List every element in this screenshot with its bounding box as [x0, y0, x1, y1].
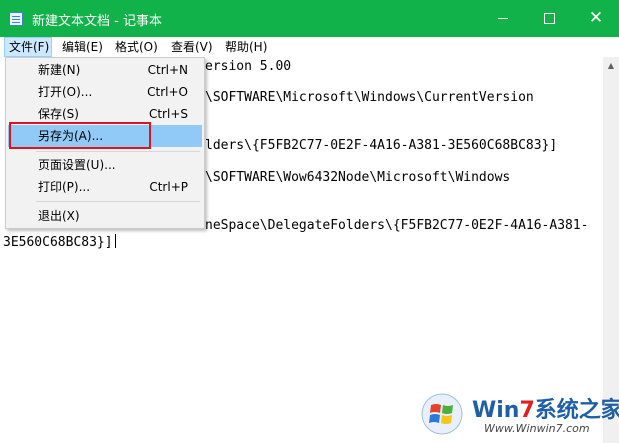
menu-item-page-setup[interactable]: 页面设置(U)... — [8, 154, 202, 176]
menu-view[interactable]: 查看(V) — [167, 37, 217, 57]
window-title: 新建文本文档 - 记事本 — [32, 14, 162, 29]
minimize-button[interactable] — [480, 0, 526, 37]
title-bar[interactable]: 新建文本文档 - 记事本 ✕ — [0, 0, 619, 37]
editor-line: \SOFTWARE\Microsoft\Windows\CurrentVersi… — [205, 90, 534, 105]
notepad-icon — [9, 12, 23, 26]
menu-item-shortcut: Ctrl+S — [148, 107, 188, 121]
menu-item-label: 退出(X) — [38, 209, 80, 223]
menu-item-label: 打印(P)... — [38, 180, 91, 194]
close-icon: ✕ — [588, 8, 604, 28]
text-caret — [114, 234, 116, 248]
notepad-window: 新建文本文档 - 记事本 ✕ 文件(F) 编辑(E) 格式(O) 查看(V) 帮… — [0, 0, 619, 443]
editor-line-last: 3E560C68BC83}] — [3, 234, 116, 251]
windows-logo-icon — [421, 393, 463, 435]
menu-item-open[interactable]: 打开(O)... Ctrl+O — [8, 81, 202, 103]
menu-separator — [36, 201, 200, 202]
vertical-scrollbar[interactable]: ▲ — [603, 57, 619, 443]
menu-item-label: 页面设置(U)... — [38, 158, 116, 172]
menu-separator — [36, 151, 200, 152]
menu-item-label: 打开(O)... — [38, 85, 93, 99]
watermark-url: Www.Winwin7.com — [484, 422, 590, 435]
close-button[interactable]: ✕ — [573, 0, 619, 37]
editor-line: \SOFTWARE\Wow6432Node\Microsoft\Windows — [205, 170, 511, 185]
maximize-button[interactable] — [526, 0, 572, 37]
minimize-icon — [498, 18, 508, 19]
menu-bar: 文件(F) 编辑(E) 格式(O) 查看(V) 帮助(H) — [0, 37, 619, 57]
save-as-highlight — [9, 122, 151, 149]
menu-item-new[interactable]: 新建(N) Ctrl+N — [8, 59, 202, 81]
editor-line: ersion 5.00 — [205, 59, 292, 74]
menu-item-label: 新建(N) — [38, 63, 81, 77]
arrow-up-icon: ▲ — [607, 60, 615, 70]
editor-line-text: 3E560C68BC83}] — [3, 235, 113, 250]
maximize-icon — [543, 13, 555, 24]
scroll-up-button[interactable]: ▲ — [603, 57, 619, 73]
menu-help[interactable]: 帮助(H) — [221, 37, 271, 57]
menu-item-shortcut: Ctrl+N — [147, 63, 188, 77]
editor-line: lders\{F5FB2C77-0E2F-4A16-A381-3E560C68B… — [205, 138, 558, 153]
menu-item-exit[interactable]: 退出(X) — [8, 205, 202, 227]
watermark: Win7系统之家 Www.Winwin7.com — [420, 392, 619, 440]
menu-edit[interactable]: 编辑(E) — [58, 37, 107, 57]
menu-item-shortcut: Ctrl+P — [149, 180, 188, 194]
menu-item-shortcut: Ctrl+O — [147, 85, 188, 99]
menu-format[interactable]: 格式(O) — [111, 37, 162, 57]
menu-file[interactable]: 文件(F) — [4, 37, 52, 57]
menu-item-print[interactable]: 打印(P)... Ctrl+P — [8, 176, 202, 198]
editor-line: neSpace\DelegateFolders\{F5FB2C77-0E2F-4… — [205, 218, 589, 233]
watermark-brand: Win7系统之家 — [472, 398, 619, 423]
